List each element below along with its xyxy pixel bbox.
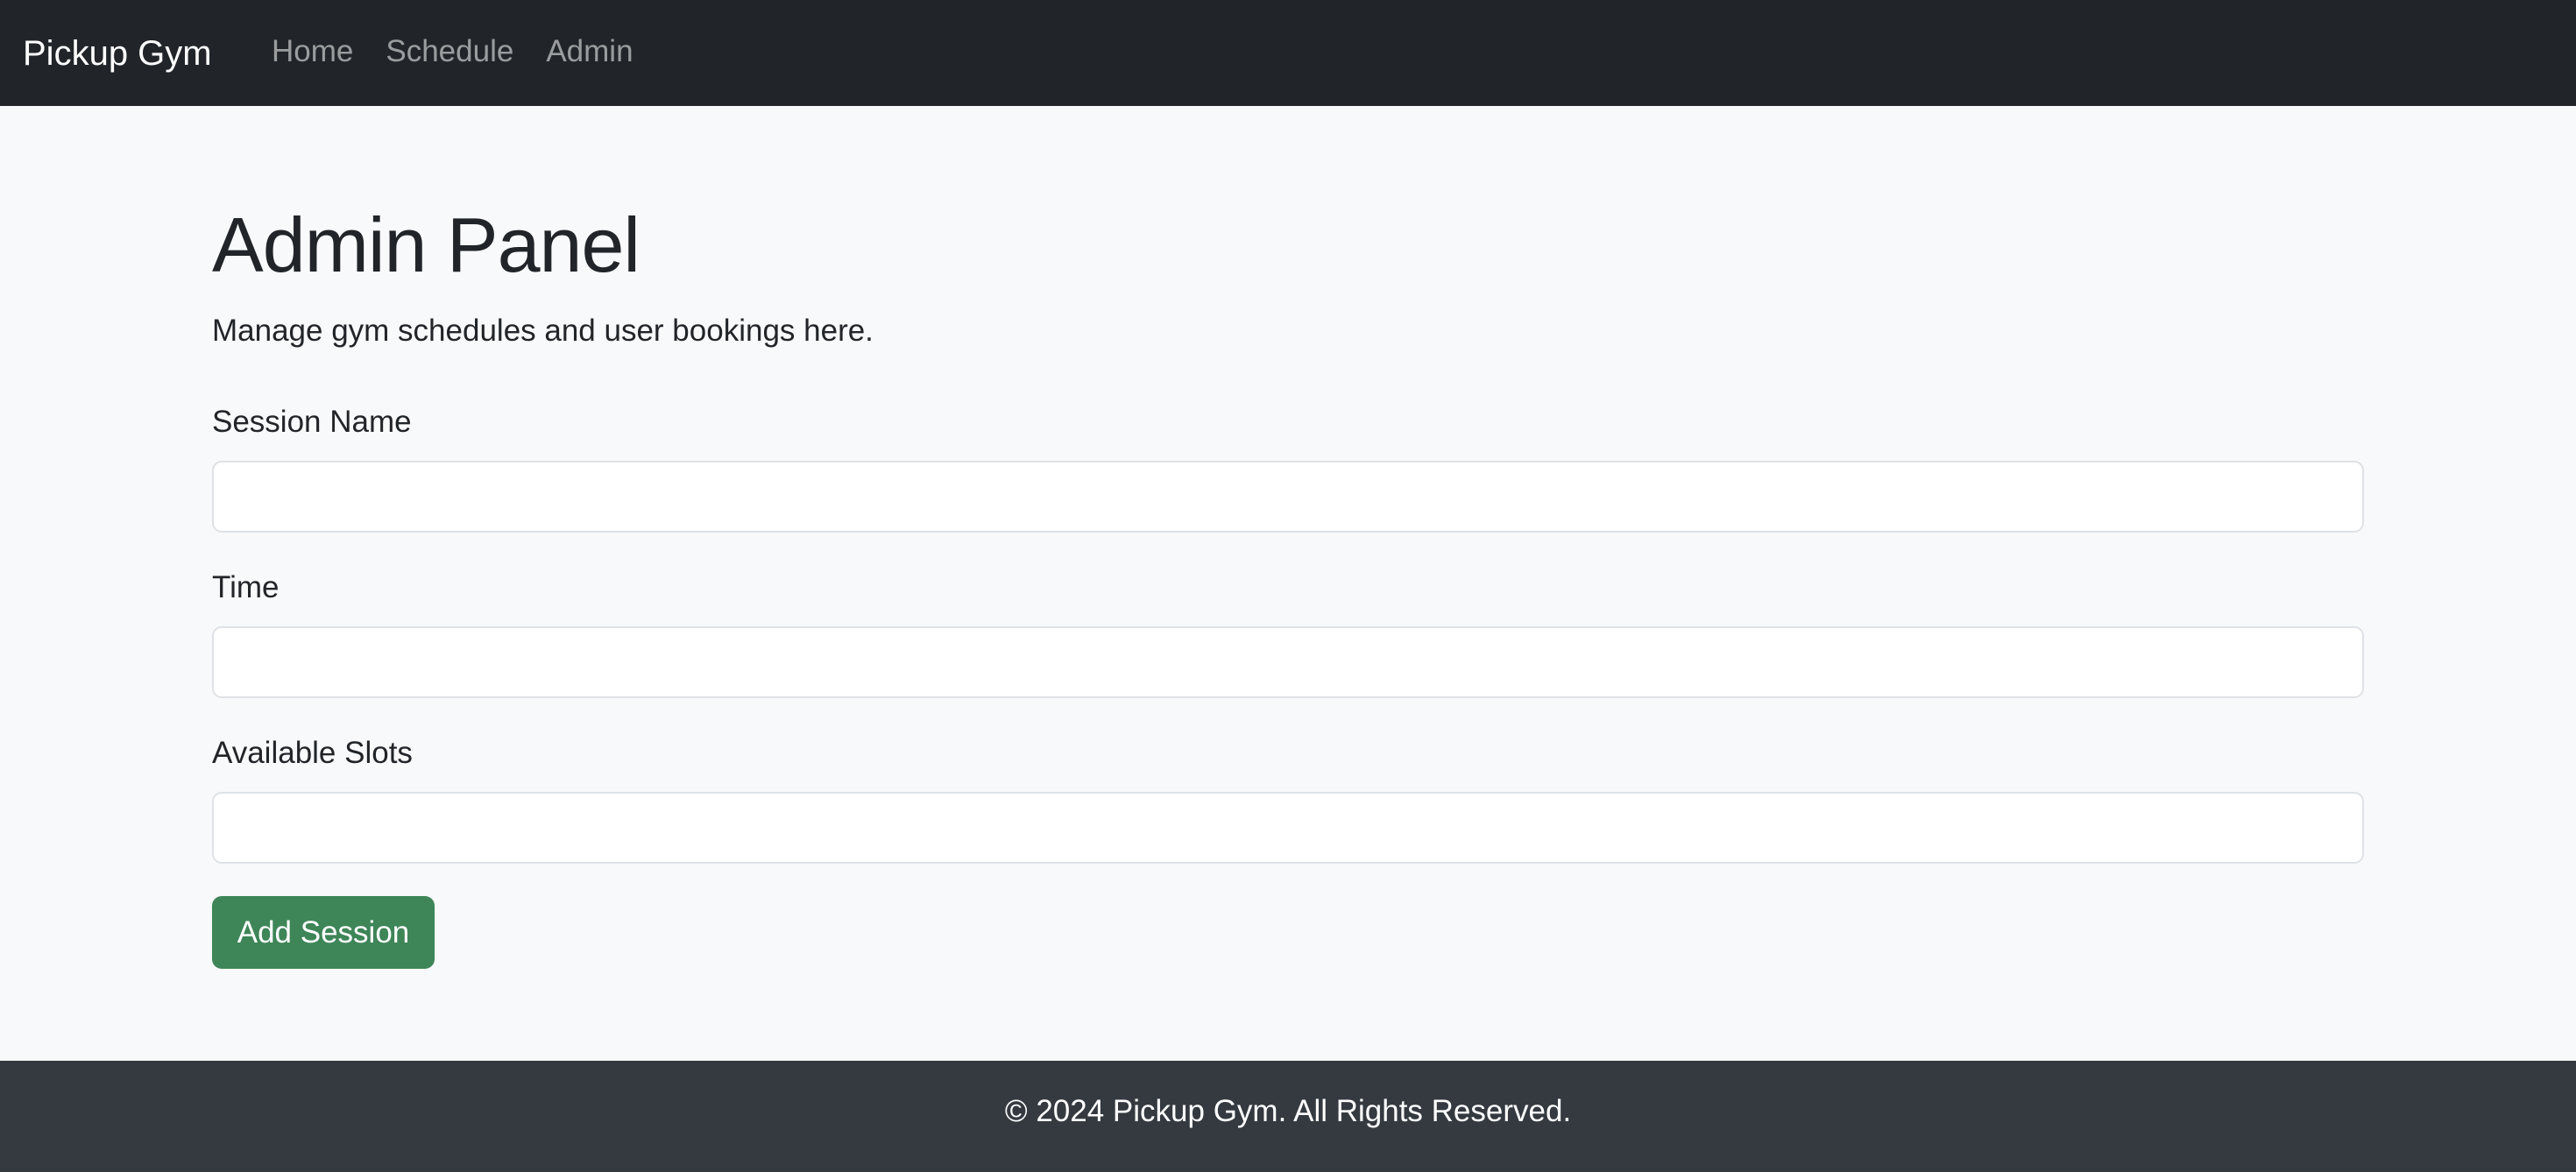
available-slots-label: Available Slots bbox=[212, 736, 413, 770]
session-name-input[interactable] bbox=[212, 461, 2364, 533]
nav-links: Home Schedule Admin bbox=[272, 32, 666, 72]
brand-link[interactable]: Pickup Gym bbox=[23, 30, 212, 77]
page-subtitle: Manage gym schedules and user bookings h… bbox=[212, 314, 874, 348]
add-session-button[interactable]: Add Session bbox=[212, 896, 435, 969]
nav-link-home[interactable]: Home bbox=[272, 32, 353, 72]
navbar: Pickup Gym Home Schedule Admin bbox=[0, 0, 2576, 106]
time-label: Time bbox=[212, 570, 280, 604]
time-input[interactable] bbox=[212, 626, 2364, 698]
nav-link-admin[interactable]: Admin bbox=[546, 32, 633, 72]
available-slots-input[interactable] bbox=[212, 792, 2364, 864]
page-title: Admin Panel bbox=[212, 201, 640, 288]
footer: © 2024 Pickup Gym. All Rights Reserved. bbox=[0, 1061, 2576, 1172]
footer-copyright: © 2024 Pickup Gym. All Rights Reserved. bbox=[1004, 1093, 1572, 1128]
nav-link-schedule[interactable]: Schedule bbox=[386, 32, 513, 72]
session-name-label: Session Name bbox=[212, 405, 412, 439]
